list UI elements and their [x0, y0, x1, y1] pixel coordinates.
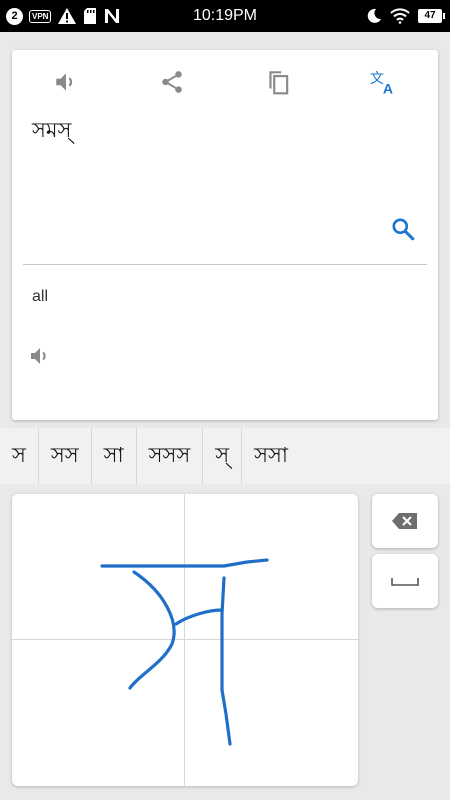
suggestion-item[interactable]: সস: [39, 428, 92, 484]
speaker-icon: [31, 348, 46, 364]
suggestion-strip: স সস সা সসস স্ সসা: [0, 428, 450, 484]
space-icon: [391, 578, 419, 586]
suggestion-item[interactable]: স্: [203, 428, 243, 484]
space-button[interactable]: [372, 554, 438, 608]
svg-text:A: A: [383, 81, 393, 96]
suggestion-item[interactable]: সসা: [242, 428, 300, 484]
suggestion-item[interactable]: সা: [92, 428, 137, 484]
speak-result-button[interactable]: [24, 340, 56, 372]
handwriting-pad[interactable]: [12, 494, 358, 786]
source-text[interactable]: সমস্: [32, 114, 71, 149]
share-icon: [162, 71, 182, 93]
moon-icon: [367, 8, 381, 23]
status-bar: 2 VPN 10:19PM 47: [0, 0, 450, 32]
search-icon: [392, 218, 415, 241]
handwriting-stroke: [100, 558, 269, 746]
speak-source-button[interactable]: [48, 64, 84, 100]
speaker-icon: [56, 73, 73, 91]
divider: [23, 264, 427, 265]
backspace-icon: [392, 513, 417, 529]
translate-icon: 文 A: [370, 71, 393, 96]
copy-button[interactable]: [260, 64, 296, 100]
wifi-icon: [390, 8, 410, 24]
suggestion-item[interactable]: সসস: [137, 428, 204, 484]
share-button[interactable]: [154, 64, 190, 100]
copy-icon: [269, 71, 289, 95]
translation-result: all: [32, 288, 49, 305]
translate-button[interactable]: 文 A: [366, 64, 402, 100]
battery-icon: 47: [418, 9, 445, 23]
search-button[interactable]: [386, 212, 420, 246]
backspace-button[interactable]: [372, 494, 438, 548]
suggestion-item[interactable]: স: [0, 428, 39, 484]
translation-card: 文 A সমস্ all: [12, 50, 438, 420]
